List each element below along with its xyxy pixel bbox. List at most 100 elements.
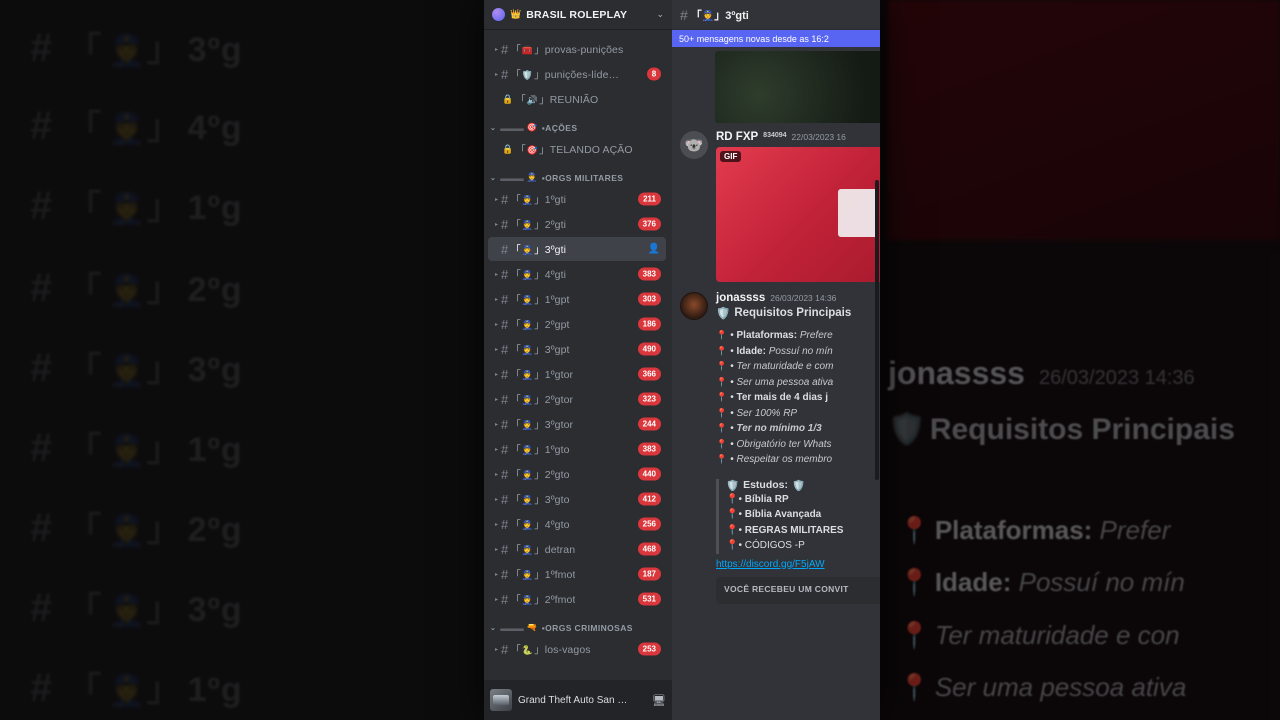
expand-arrow-icon[interactable]: ▸ xyxy=(492,271,501,278)
hash-icon: # xyxy=(30,346,54,390)
expand-arrow-icon[interactable]: ▸ xyxy=(492,421,501,428)
expand-arrow-icon[interactable]: ▸ xyxy=(492,521,501,528)
channel-detran[interactable]: ▸ # 「👮」detran 468 xyxy=(488,537,666,561)
channel-4gto[interactable]: ▸ # 「👮」4ºgto 256 xyxy=(488,512,666,536)
category-dashes: ▬▬▬ xyxy=(500,172,523,183)
expand-arrow-icon[interactable]: ▸ xyxy=(492,496,501,503)
police-officer-icon: 👮 xyxy=(108,435,147,468)
message-author[interactable]: RD FXP xyxy=(716,131,758,143)
category-orgs-militares[interactable]: ⌄ ▬▬▬ 👮 ▪ORGS MILITARES xyxy=(484,162,672,186)
invite-card[interactable]: VOCÊ RECEBEU UM CONVIT xyxy=(716,576,880,604)
unread-badge: 366 xyxy=(637,367,661,381)
expand-arrow-icon[interactable]: ▸ xyxy=(492,446,501,453)
avatar[interactable] xyxy=(680,292,708,320)
speaker-icon: 🔊 xyxy=(526,94,539,105)
channel-2gti[interactable]: ▸ # 「👮」2ºgti 376 xyxy=(488,212,666,236)
expand-arrow-icon[interactable]: ▸ xyxy=(492,221,501,228)
channel-2gto[interactable]: ▸ # 「👮」2ºgto 440 xyxy=(488,462,666,486)
expand-arrow-icon[interactable]: ▸ xyxy=(492,471,501,478)
police-officer-icon: 👮 xyxy=(108,595,147,628)
channel-3gtor[interactable]: ▸ # 「👮」3ºgtor 244 xyxy=(488,412,666,436)
channel-3gpt[interactable]: ▸ # 「👮」3ºgpt 490 xyxy=(488,337,666,361)
channel-provas-punicoes[interactable]: ▸ # 「🧰」provas-punições xyxy=(488,37,666,61)
new-messages-banner[interactable]: 50+ mensagens novas desde as 16:2 xyxy=(672,30,880,47)
crown-icon: 👑 xyxy=(510,9,522,19)
channel-1gpt[interactable]: ▸ # 「👮」1ºgpt 303 xyxy=(488,287,666,311)
message-author[interactable]: jonassss xyxy=(716,292,765,304)
pin-icon: 📍 xyxy=(898,620,931,650)
member-list-icon[interactable]: 👤 xyxy=(648,244,660,255)
unread-badge: 412 xyxy=(637,492,661,506)
game-thumbnail xyxy=(490,689,512,711)
server-header[interactable]: 👑 BRASIL ROLEPLAY ⌄ xyxy=(484,0,672,30)
channel-1fmot[interactable]: ▸ # 「👮」1ºfmot 187 xyxy=(488,562,666,586)
channel-reuniao[interactable]: 🔒 「🔊」REUNIÃO xyxy=(488,87,666,111)
ghost-rich-title: 🛡️ Requisitos Principais xyxy=(888,413,1235,446)
police-officer-icon: 👮 xyxy=(108,113,147,146)
avatar[interactable]: 🐨 xyxy=(680,131,708,159)
expand-arrow-icon[interactable]: ▸ xyxy=(492,321,501,328)
expand-arrow-icon[interactable]: ▸ xyxy=(492,646,501,653)
expand-arrow-icon[interactable]: ▸ xyxy=(492,296,501,303)
chevron-down-icon[interactable]: ⌄ xyxy=(490,124,496,132)
channel-los-vagos[interactable]: ▸ # 「🐍」los-vagos 253 xyxy=(488,637,666,661)
expand-arrow-icon[interactable]: ▸ xyxy=(492,396,501,403)
expand-arrow-icon[interactable]: ▸ xyxy=(492,571,501,578)
channel-1gti[interactable]: ▸ # 「👮」1ºgti 211 xyxy=(488,187,666,211)
expand-arrow-icon[interactable]: ▸ xyxy=(492,346,501,353)
police-officer-icon: 👮 xyxy=(521,344,534,355)
quote-item: 📍• CÓDIGOS -P xyxy=(726,540,805,551)
chat-scrollbar[interactable] xyxy=(875,180,879,480)
toolbox-icon: 🧰 xyxy=(521,44,534,55)
hash-icon: # xyxy=(501,316,509,332)
screenshare-icon[interactable]: 🖥 xyxy=(652,694,666,707)
expand-arrow-icon[interactable]: ▸ xyxy=(492,71,501,78)
pin-icon: 📍 xyxy=(726,509,739,520)
ghost-author-line: jonassss 26/03/2023 14:36 xyxy=(888,355,1195,391)
channel-2fmot[interactable]: ▸ # 「👮」2ºfmot 531 xyxy=(488,587,666,611)
channel-3gti[interactable]: # 「👮」3ºgti 👤 xyxy=(488,237,666,261)
server-icon xyxy=(492,8,505,21)
lock-icon: 🔒 xyxy=(502,93,514,104)
ghost-row: # 「👮」 3ºg xyxy=(30,26,243,70)
channel-telando-acao[interactable]: 🔒 「🎯」TELANDO AÇÃO xyxy=(488,137,666,161)
expand-arrow-icon[interactable]: ▸ xyxy=(492,196,501,203)
channel-punicoes-lideres[interactable]: ▸ # 「🛡️」punições-líde… 8 xyxy=(488,62,666,86)
channel-3gto[interactable]: ▸ # 「👮」3ºgto 412 xyxy=(488,487,666,511)
invite-heading: VOCÊ RECEBEU UM CONVIT xyxy=(724,583,849,594)
channel-title: 3ºgti xyxy=(725,9,749,22)
channel-1gto[interactable]: ▸ # 「👮」1ºgto 383 xyxy=(488,437,666,461)
channel-2gpt[interactable]: ▸ # 「👮」2ºgpt 186 xyxy=(488,312,666,336)
message-timestamp: 26/03/2023 14:36 xyxy=(770,293,837,303)
channel-2gtor[interactable]: ▸ # 「👮」2ºgtor 323 xyxy=(488,387,666,411)
expand-arrow-icon[interactable]: ▸ xyxy=(492,371,501,378)
chevron-down-icon[interactable]: ⌄ xyxy=(656,9,664,20)
expand-arrow-icon[interactable]: ▸ xyxy=(492,46,501,53)
expand-arrow-icon[interactable]: ▸ xyxy=(492,546,501,553)
message-image-attachment[interactable] xyxy=(715,51,880,123)
shield-icon: 🛡️ xyxy=(888,413,926,446)
hash-icon: # xyxy=(501,41,509,57)
category-acoes[interactable]: ⌄ ▬▬▬ 🎯 ▪AÇÕES xyxy=(484,112,672,136)
pin-icon: 📍 xyxy=(716,438,728,449)
invite-link[interactable]: https://discord.gg/F5jAW xyxy=(716,559,872,570)
police-officer-icon: 👮 xyxy=(521,194,534,205)
chevron-down-icon[interactable]: ⌄ xyxy=(490,174,496,182)
channel-4gti[interactable]: ▸ # 「👮」4ºgti 383 xyxy=(488,262,666,286)
requirement-item: 📍 • Ter no mínimo 1/3 xyxy=(716,423,822,434)
hash-icon: # xyxy=(501,341,509,357)
chevron-down-icon[interactable]: ⌄ xyxy=(490,624,496,632)
category-orgs-criminosas[interactable]: ⌄ ▬▬▬ 🔫 ▪ORGS CRIMINOSAS xyxy=(484,612,672,636)
quote-item: 📍• Bíblia RP xyxy=(726,493,789,505)
message-timestamp: 22/03/2023 16 xyxy=(791,132,846,142)
ghost-row: # 「👮」 4ºg xyxy=(30,104,243,148)
gif-attachment[interactable]: GIF xyxy=(716,147,880,282)
pin-icon: 📍 xyxy=(716,330,728,340)
expand-arrow-icon[interactable]: ▸ xyxy=(492,596,501,603)
chat-header: # 「👮」3ºgti xyxy=(672,0,880,30)
unread-badge: 383 xyxy=(637,442,661,456)
pin-icon: 📍 xyxy=(898,567,931,597)
channel-1gtor[interactable]: ▸ # 「👮」1ºgtor 366 xyxy=(488,362,666,386)
user-activity-panel[interactable]: Grand Theft Auto San … 🖥 xyxy=(484,680,672,720)
police-officer-icon: 👮 xyxy=(108,35,147,68)
